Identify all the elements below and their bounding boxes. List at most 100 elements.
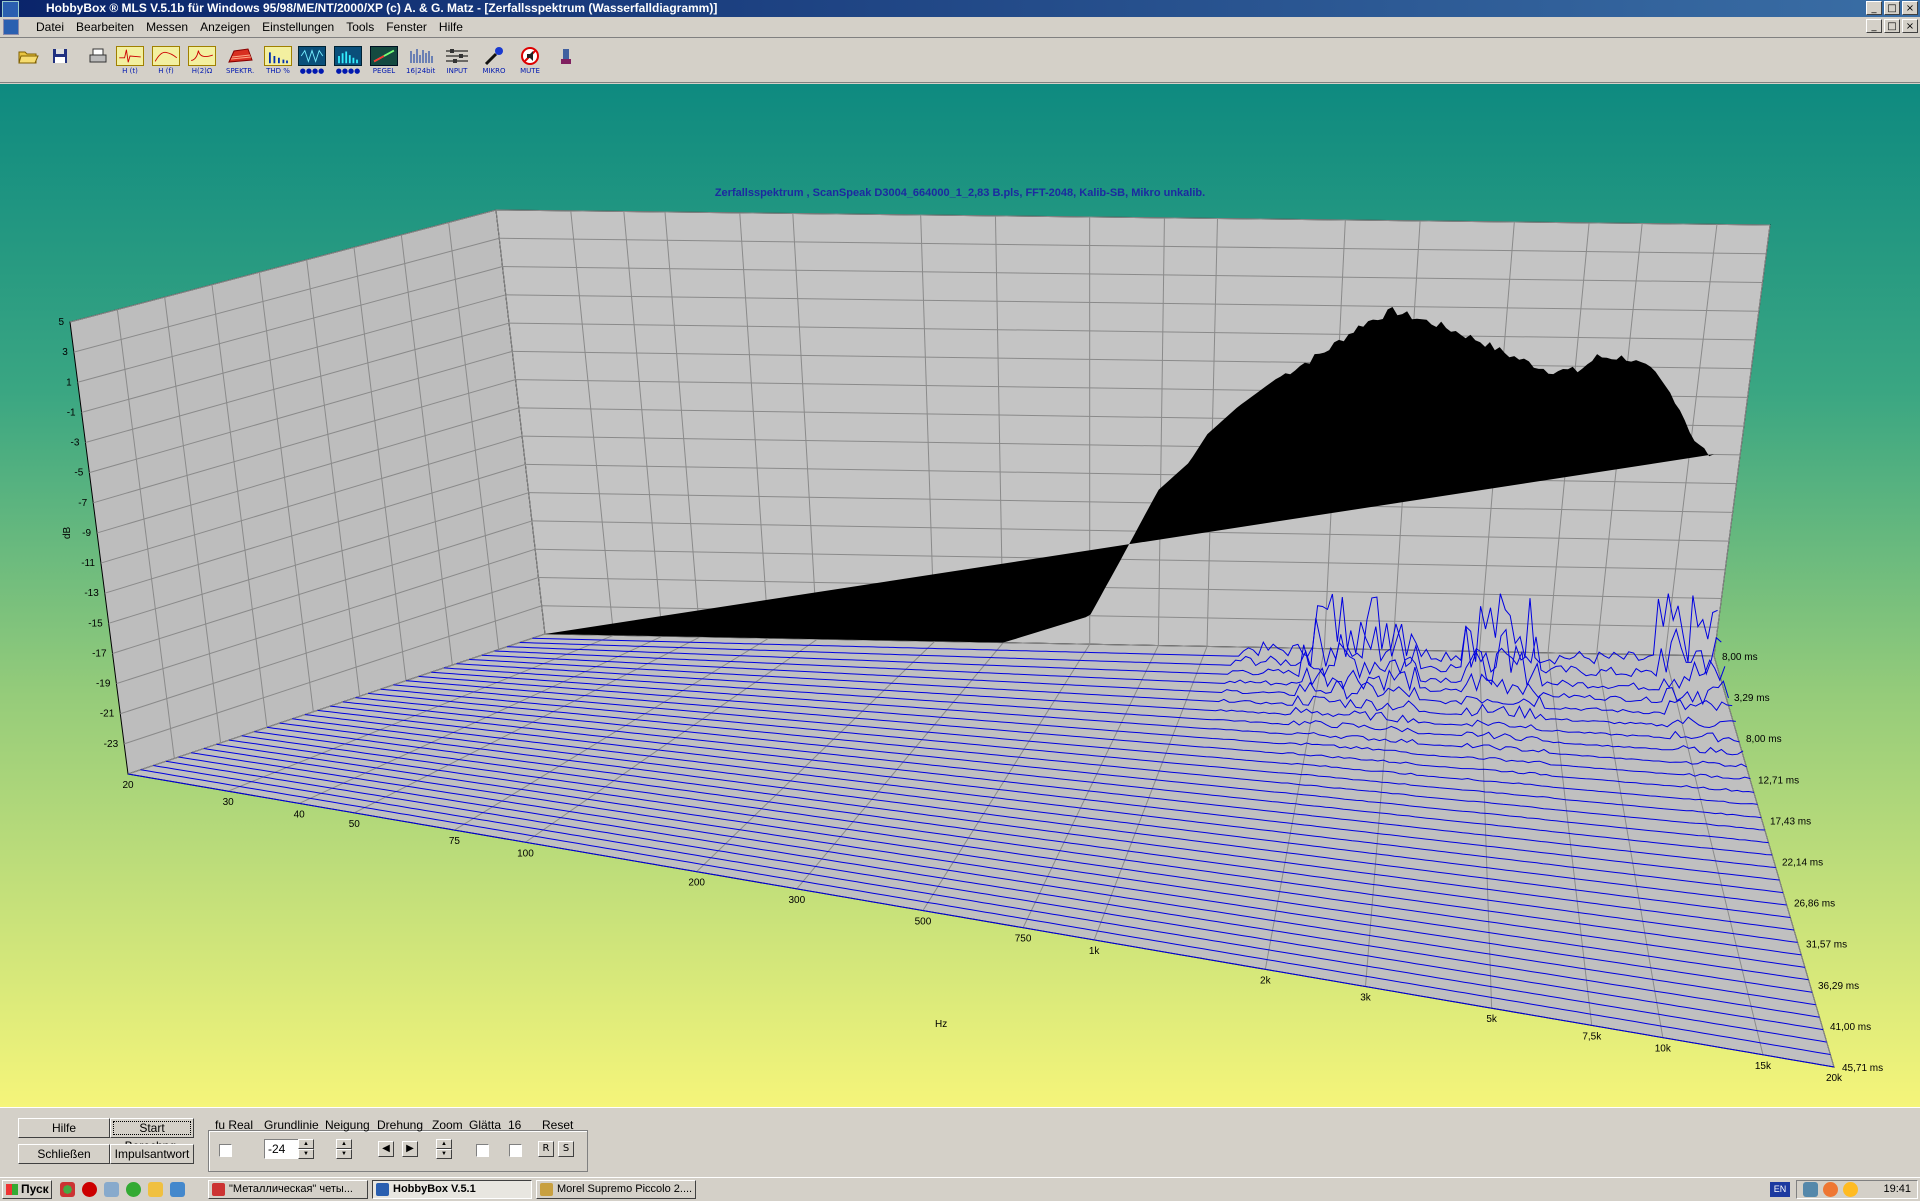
label-grundlinie: Grundlinie [264, 1118, 319, 1132]
x-tick-label: 20k [1826, 1073, 1843, 1084]
minimize-button[interactable]: _ [1866, 1, 1882, 15]
fft-analyzer-icon [334, 46, 362, 66]
label-neigung: Neigung [325, 1118, 370, 1132]
child-close-button[interactable]: × [1902, 19, 1918, 33]
language-indicator[interactable]: EN [1770, 1182, 1790, 1197]
menu-einstellungen[interactable]: Einstellungen [256, 20, 340, 34]
menu-tools[interactable]: Tools [340, 20, 380, 34]
menu-anzeigen[interactable]: Anzeigen [194, 20, 256, 34]
skype-icon[interactable] [148, 1182, 163, 1197]
x-tick-label: 10k [1655, 1044, 1672, 1055]
reset-r-button[interactable]: R [538, 1141, 554, 1157]
grundlinie-spinner[interactable]: ▲▼ [298, 1139, 314, 1159]
windows-flag-icon [6, 1184, 18, 1195]
waterfall-icon [226, 46, 254, 66]
tool-button[interactable] [552, 46, 580, 78]
child-minimize-button[interactable]: _ [1866, 19, 1882, 33]
taskbar: Пуск "Металлическая" четы... HobbyBox V.… [0, 1177, 1920, 1201]
menu-datei[interactable]: Datei [30, 20, 70, 34]
waterfall-button[interactable]: SPEKTR. [226, 46, 254, 78]
chrome-icon[interactable] [60, 1182, 75, 1197]
reset-s-button[interactable]: S [558, 1141, 574, 1157]
microphone-button[interactable]: MIKRO [480, 46, 508, 78]
oscilloscope-icon [298, 46, 326, 66]
fu-real-checkbox[interactable] [219, 1144, 232, 1157]
option-16-checkbox[interactable] [509, 1144, 522, 1157]
z-tick-label: 12,71 ms [1758, 775, 1799, 786]
level-meter-button[interactable]: PEGEL [370, 46, 398, 78]
drehung-left-button[interactable]: ◀ [378, 1141, 394, 1157]
x-tick-label: 100 [517, 848, 534, 859]
menu-bearbeiten[interactable]: Bearbeiten [70, 20, 140, 34]
z-tick-label: 22,14 ms [1782, 858, 1823, 869]
print-button[interactable] [84, 46, 112, 78]
bit-depth-button[interactable]: 16|24bit [406, 46, 435, 78]
control-panel: Hilfe Start Berechng. Schließen Impulsan… [0, 1107, 1920, 1178]
child-maximize-button[interactable]: □ [1884, 19, 1900, 33]
x-tick-label: 15k [1755, 1061, 1772, 1072]
label-zoom: Zoom [432, 1118, 463, 1132]
impulse-response-icon [116, 46, 144, 66]
grundlinie-input[interactable]: -24 [264, 1139, 302, 1159]
impulse-response-button[interactable]: H (t) [116, 46, 144, 78]
fft-analyzer-button[interactable]: ●●●● [334, 46, 362, 78]
system-tray: 19:41 [1796, 1180, 1918, 1199]
z-tick-label: 17,43 ms [1770, 816, 1811, 827]
y-tick-label: -11 [81, 558, 95, 569]
ie-icon[interactable] [170, 1182, 185, 1197]
app-icon[interactable] [2, 1, 19, 18]
title-bar: HobbyBox ® MLS V.5.1b für Windows 95/98/… [0, 0, 1920, 17]
open-button[interactable] [14, 46, 42, 78]
oscilloscope-button[interactable]: ●●●● [298, 46, 326, 78]
glaetta-checkbox[interactable] [476, 1144, 489, 1157]
menu-fenster[interactable]: Fenster [380, 20, 433, 34]
help-button[interactable]: Hilfe [18, 1118, 110, 1138]
document-icon[interactable] [3, 19, 19, 35]
thd-button[interactable]: THD % [264, 46, 292, 78]
y-tick-label: -23 [104, 739, 119, 750]
input-button[interactable]: INPUT [443, 46, 471, 78]
task-morel[interactable]: Morel Supremo Piccolo 2.... [536, 1180, 696, 1199]
z-tick-label: 41,00 ms [1830, 1022, 1871, 1033]
level-meter-icon [370, 46, 398, 66]
y-tick-label: -5 [74, 468, 83, 479]
close-button-panel[interactable]: Schließen [18, 1144, 110, 1164]
impedance-button[interactable]: H(2)Ω [188, 46, 216, 78]
update-icon[interactable] [1843, 1182, 1858, 1197]
neigung-spinner[interactable]: ▲▼ [336, 1139, 352, 1159]
task-hobbybox[interactable]: HobbyBox V.5.1 [372, 1180, 532, 1199]
input-mixer-icon [443, 46, 471, 66]
printer-icon [84, 46, 112, 66]
close-button[interactable]: × [1902, 1, 1918, 15]
z-tick-label: 3,29 ms [1734, 693, 1770, 704]
z-tick-label: 36,29 ms [1818, 981, 1859, 992]
y-tick-label: -3 [71, 438, 80, 449]
menu-messen[interactable]: Messen [140, 20, 194, 34]
maximize-button[interactable]: □ [1884, 1, 1900, 15]
save-button[interactable] [46, 46, 74, 78]
start-calculation-button[interactable]: Start Berechng. [110, 1118, 194, 1138]
antivirus-icon[interactable] [1823, 1182, 1838, 1197]
zoom-spinner[interactable]: ▲▼ [436, 1139, 452, 1159]
impedance-icon [188, 46, 216, 66]
opera-icon[interactable] [82, 1182, 97, 1197]
x-tick-label: 3k [1360, 993, 1372, 1004]
mute-button[interactable]: MUTE [516, 46, 544, 78]
drehung-right-button[interactable]: ▶ [402, 1141, 418, 1157]
z-tick-label: 45,71 ms [1842, 1063, 1883, 1074]
menu-hilfe[interactable]: Hilfe [433, 20, 469, 34]
frequency-response-button[interactable]: H (f) [152, 46, 180, 78]
impulse-response-panel-button[interactable]: Impulsantwort [110, 1144, 194, 1164]
task-browser[interactable]: "Металлическая" четы... [208, 1180, 368, 1199]
calculator-icon[interactable] [104, 1182, 119, 1197]
waterfall-chart: 531-1-3-5-7-9-11-13-15-17-19-21-23 20304… [0, 84, 1920, 1107]
x-axis-title: Hz [935, 1019, 947, 1030]
start-button[interactable]: Пуск [2, 1180, 52, 1199]
microphone-icon [480, 46, 508, 66]
x-tick-label: 500 [915, 917, 932, 928]
icq-icon[interactable] [126, 1182, 141, 1197]
network-icon[interactable] [1803, 1182, 1818, 1197]
menu-bar: Datei Bearbeiten Messen Anzeigen Einstel… [0, 17, 1920, 38]
z-tick-label: 8,00 ms [1746, 734, 1782, 745]
chrome-task-icon [212, 1183, 225, 1196]
